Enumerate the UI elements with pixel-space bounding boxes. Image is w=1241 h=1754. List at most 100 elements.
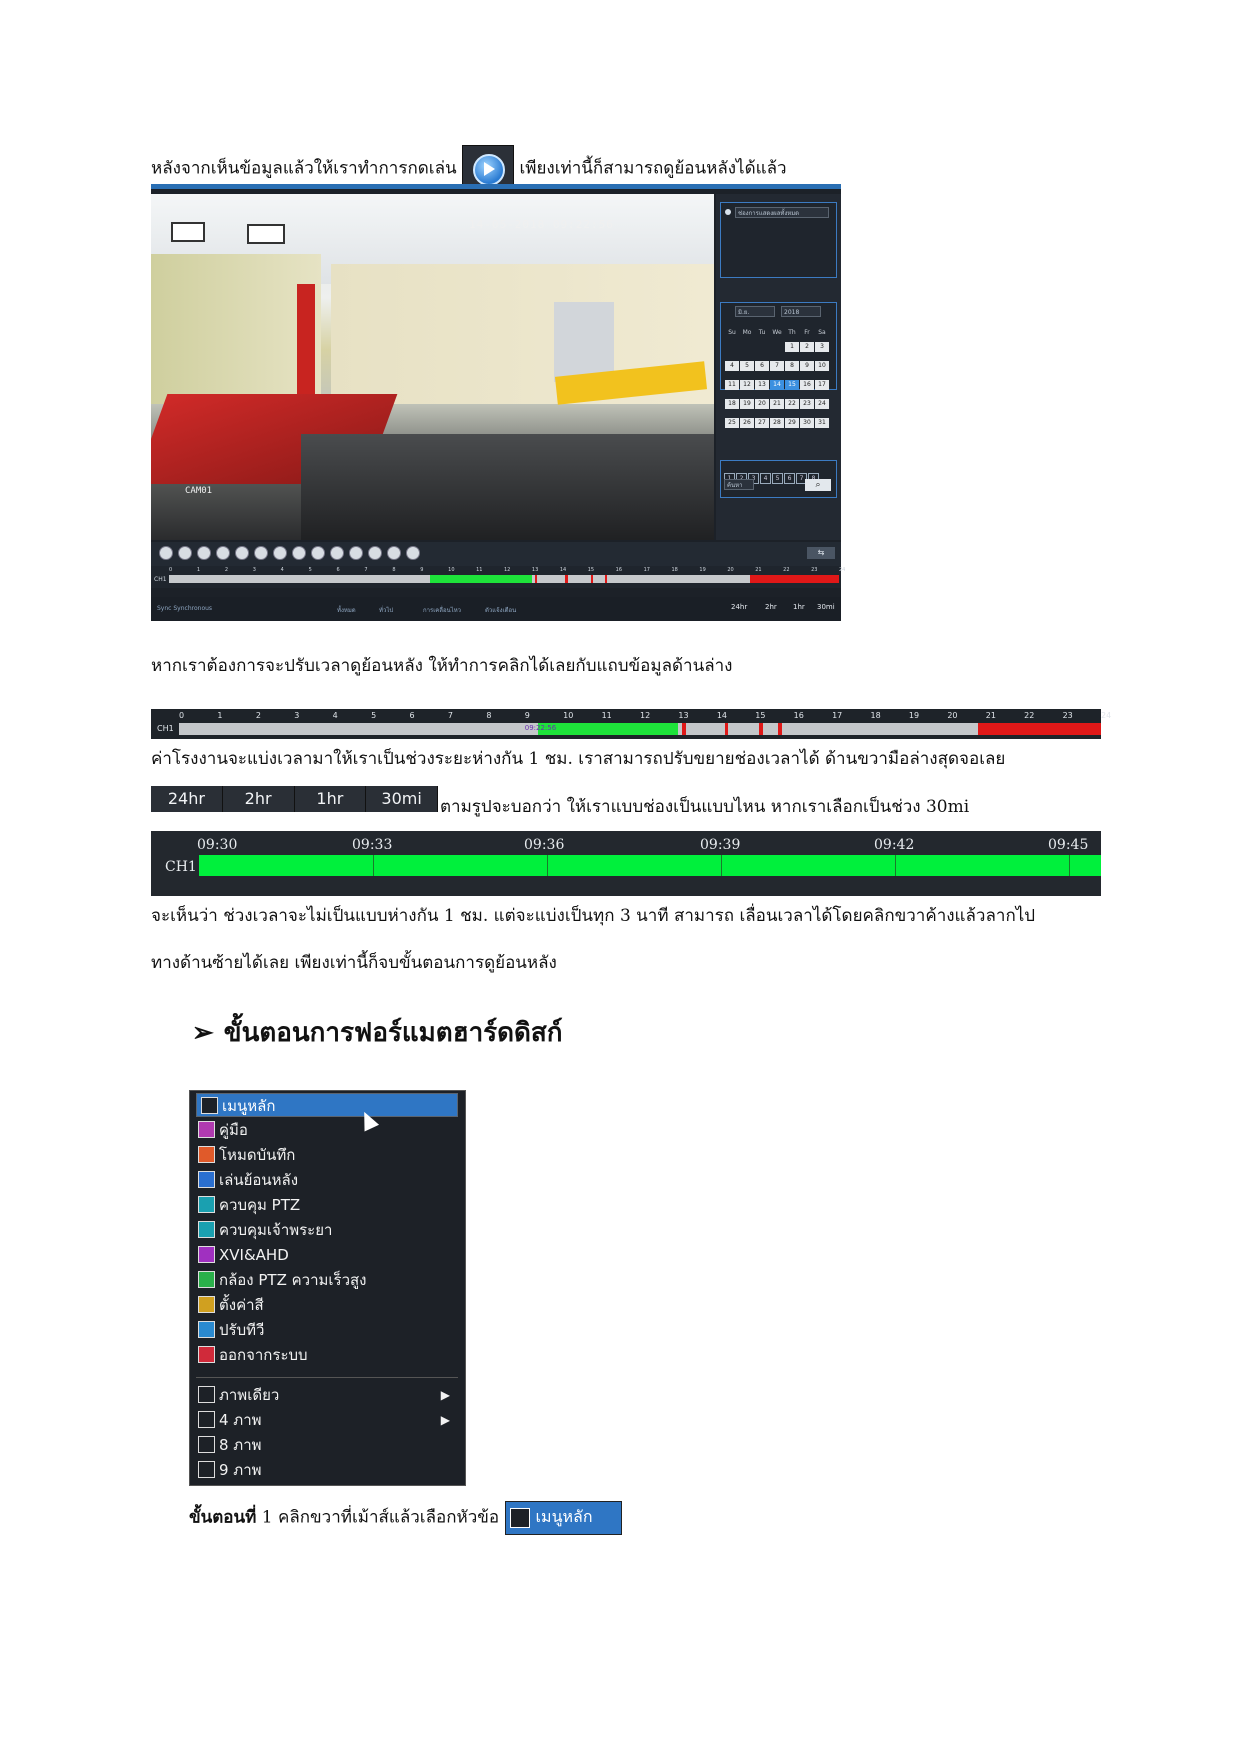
recording-alarm-segment[interactable] xyxy=(590,575,594,583)
filter-all-checkbox[interactable]: ทั้งหมด xyxy=(337,605,356,615)
calendar-day[interactable]: 24 xyxy=(815,399,829,409)
menu-item[interactable]: ควบคุมเจ้าพระยา xyxy=(196,1218,458,1242)
calendar-day[interactable]: 10 xyxy=(815,361,829,371)
zoom-2hr-button[interactable]: 2hr xyxy=(223,786,295,812)
fast-icon[interactable] xyxy=(254,546,268,560)
pause-icon[interactable] xyxy=(159,546,173,560)
snapshot-icon[interactable] xyxy=(368,546,382,560)
calendar-day[interactable]: 27 xyxy=(755,418,769,428)
year-select[interactable]: 2018 xyxy=(781,306,821,317)
calendar-day[interactable]: 15 xyxy=(785,380,799,390)
menu-item[interactable]: เล่นย้อนหลัง xyxy=(196,1168,458,1192)
zoom-30mi-button[interactable]: 30mi xyxy=(366,786,438,812)
filter-motion-checkbox[interactable]: การเคลื่อนไหว xyxy=(423,605,461,615)
main-menu-mini[interactable]: เมนูหลัก xyxy=(504,1501,622,1535)
calendar-day[interactable]: 21 xyxy=(770,399,784,409)
radio-icon[interactable] xyxy=(725,209,731,215)
menu-item[interactable]: คู่มือ xyxy=(196,1118,458,1142)
calendar-day[interactable]: 7 xyxy=(770,361,784,371)
sync-checkbox[interactable]: Sync Synchronous xyxy=(157,605,212,612)
menu-item[interactable]: ควบคุม PTZ xyxy=(196,1193,458,1217)
calendar-days[interactable]: 1 2 34 5 6 7 8 9 1011 12 13 14 15 16 1718 19 20 21 22 23 242… xyxy=(725,333,840,428)
backup-icon[interactable] xyxy=(406,546,420,560)
search-field[interactable]: ค้นหา xyxy=(724,479,754,490)
timeline-30min[interactable]: 09:30 09:33 09:36 09:39 09:42 09:45 CH1 xyxy=(151,831,1101,896)
menu-item[interactable]: ตั้งค่าสี xyxy=(196,1293,458,1317)
hour-tick-label: 19 xyxy=(699,567,706,573)
menu-item[interactable]: 4 ภาพ ▶ xyxy=(196,1408,458,1432)
zoom-24hr-button[interactable]: 24hr xyxy=(731,603,747,611)
calendar-day[interactable]: 12 xyxy=(740,380,754,390)
month-select[interactable]: มิ.ย. xyxy=(735,306,775,317)
calendar-day[interactable]: 28 xyxy=(770,418,784,428)
zoom-1hr-button[interactable]: 1hr xyxy=(295,786,367,812)
recording-alarm-segment[interactable] xyxy=(604,575,608,583)
zoom-icon[interactable] xyxy=(349,546,363,560)
menu-item[interactable]: โหมดบันทึก xyxy=(196,1143,458,1167)
calendar-day[interactable]: 18 xyxy=(725,399,739,409)
calendar-day[interactable]: 19 xyxy=(740,399,754,409)
calendar-day[interactable]: 1 xyxy=(785,342,799,352)
calendar-day[interactable]: 2 xyxy=(800,342,814,352)
forward-icon[interactable] xyxy=(330,546,344,560)
recording-normal-segment[interactable] xyxy=(538,723,679,735)
zoom-24hr-button[interactable]: 24hr xyxy=(151,786,223,812)
search-icon[interactable]: ⌕ xyxy=(805,479,831,491)
calendar-day[interactable]: 9 xyxy=(800,361,814,371)
slow-icon[interactable] xyxy=(235,546,249,560)
menu-item[interactable]: กล้อง PTZ ความเร็วสูง xyxy=(196,1268,458,1292)
recording-alarm-segment[interactable] xyxy=(749,575,839,583)
calendar-day[interactable]: 17 xyxy=(815,380,829,390)
calendar-day[interactable]: 30 xyxy=(800,418,814,428)
menu-item[interactable]: ภาพเดียว ▶ xyxy=(196,1383,458,1407)
recording-alarm-segment[interactable] xyxy=(759,723,763,735)
recording-alarm-segment[interactable] xyxy=(724,723,729,735)
zoom-2hr-button[interactable]: 2hr xyxy=(765,603,777,611)
recording-normal-segment[interactable] xyxy=(430,575,532,583)
calendar-day[interactable]: 22 xyxy=(785,399,799,409)
menu-item[interactable]: 8 ภาพ xyxy=(196,1433,458,1457)
calendar-day[interactable]: 14 xyxy=(770,380,784,390)
filter-general-checkbox[interactable]: ทั่วไป xyxy=(379,605,393,615)
calendar-day[interactable]: 5 xyxy=(740,361,754,371)
sync-icon[interactable]: ⇆ xyxy=(807,547,835,559)
calendar-day[interactable]: 31 xyxy=(815,418,829,428)
next-frame-icon[interactable] xyxy=(292,546,306,560)
calendar-day[interactable]: 26 xyxy=(740,418,754,428)
calendar-day[interactable]: 23 xyxy=(800,399,814,409)
menu-item[interactable]: ออกจากระบบ xyxy=(196,1343,458,1367)
recording-alarm-segment[interactable] xyxy=(534,575,538,583)
calendar-day[interactable]: 25 xyxy=(725,418,739,428)
stop-icon[interactable] xyxy=(197,546,211,560)
recording-alarm-segment[interactable] xyxy=(778,723,783,735)
clip-icon[interactable] xyxy=(387,546,401,560)
channel-select[interactable]: ช่องการแสดงผลทั้งหมด xyxy=(735,207,829,218)
calendar-day[interactable]: 13 xyxy=(755,380,769,390)
recording-alarm-segment[interactable] xyxy=(565,575,569,583)
calendar-day[interactable]: 4 xyxy=(725,361,739,371)
filter-alarm-checkbox[interactable]: ตัวแจ้งเตือน xyxy=(485,605,516,615)
timeline-strip[interactable]: 0 1 2 3 4 5 6 7 8 9 10 11 12 13 14 15 16 17 18 19 20 21 22 23 24… xyxy=(151,709,1111,739)
zoom-1hr-button[interactable]: 1hr xyxy=(793,603,805,611)
prev-frame-icon[interactable] xyxy=(273,546,287,560)
menu-item[interactable]: 9 ภาพ xyxy=(196,1458,458,1482)
main-context-menu: เมนูหลัก คู่มือ โหมดบันทึก เล่นย้อนหลัง ควบค… xyxy=(189,1090,466,1486)
calendar-day[interactable]: 29 xyxy=(785,418,799,428)
menu-item[interactable]: ปรับทีวี xyxy=(196,1318,458,1342)
calendar-day[interactable]: 6 xyxy=(755,361,769,371)
playback-timeline[interactable]: 0 1 2 3 4 5 6 7 8 9 10 11 12 13 14 15 16 17 18 19 20 21 22 23 24… xyxy=(151,566,845,588)
calendar-day[interactable]: 20 xyxy=(755,399,769,409)
calendar-day[interactable]: 3 xyxy=(815,342,829,352)
calendar-day[interactable]: 16 xyxy=(800,380,814,390)
recording-bar[interactable] xyxy=(199,855,1101,876)
menu-item[interactable]: เมนูหลัก xyxy=(196,1093,458,1117)
recording-alarm-segment[interactable] xyxy=(682,723,687,735)
play-icon[interactable] xyxy=(216,546,230,560)
rewind-icon[interactable] xyxy=(311,546,325,560)
prev-icon[interactable] xyxy=(178,546,192,560)
calendar-day[interactable]: 8 xyxy=(785,361,799,371)
recording-alarm-segment[interactable] xyxy=(978,723,1101,735)
zoom-30mi-button[interactable]: 30mi xyxy=(817,603,835,611)
menu-item[interactable]: XVI&AHD xyxy=(196,1243,458,1267)
calendar-day[interactable]: 11 xyxy=(725,380,739,390)
